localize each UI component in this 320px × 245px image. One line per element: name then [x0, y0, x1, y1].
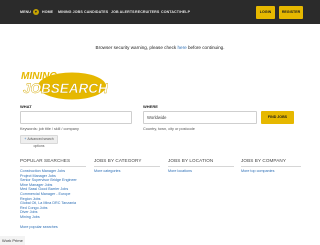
- popular-searches-list: Construction Manager Jobs Project Manage…: [20, 169, 88, 220]
- popular-divider: [20, 166, 86, 167]
- popular-searches-heading: POPULAR SEARCHES: [20, 158, 71, 163]
- where-label: WHERE: [143, 104, 158, 109]
- logo-word-jobsearch: JOBSEARCH: [23, 81, 108, 96]
- chevron-down-icon: ▾: [32, 9, 39, 15]
- list-item[interactable]: Mining Jobs: [20, 215, 88, 220]
- location-divider: [168, 166, 234, 167]
- what-label: WHAT: [20, 104, 32, 109]
- nav-mining-jobs[interactable]: MINING JOBS: [58, 9, 83, 15]
- more-categories-link[interactable]: More categories: [94, 169, 120, 174]
- more-locations-link[interactable]: More locations: [168, 169, 192, 174]
- keywords-hint: Keywords: job title / skill / company: [20, 127, 79, 131]
- category-divider: [94, 166, 160, 167]
- more-companies-link[interactable]: More top companies: [241, 169, 274, 174]
- nav-job-alerts[interactable]: JOB ALERTS: [111, 9, 135, 15]
- top-navigation-bar: MENU ▾ HOME MINING JOBS CANDIDATES JOB A…: [0, 0, 320, 24]
- nav-home[interactable]: HOME: [42, 9, 53, 15]
- jobs-by-category-heading: JOBS BY CATEGORY: [94, 158, 142, 163]
- menu-label: MENU: [20, 10, 31, 14]
- location-input[interactable]: Worldwide: [143, 111, 257, 124]
- more-popular-searches-link[interactable]: More popular searches: [20, 225, 58, 229]
- keywords-input[interactable]: [20, 111, 132, 124]
- nav-contact-help[interactable]: CONTACT/HELP: [161, 9, 190, 15]
- advanced-search-label: Advanced search options: [27, 137, 54, 148]
- mining-jobsearch-logo[interactable]: MINING JOBSEARCH: [20, 66, 108, 102]
- notice-link[interactable]: here: [177, 45, 186, 50]
- find-jobs-button[interactable]: FIND JOBS: [261, 111, 294, 124]
- browser-status-bar: Work Prime: [0, 236, 25, 245]
- company-divider: [241, 166, 301, 167]
- menu-toggle[interactable]: MENU ▾: [20, 9, 39, 15]
- login-button[interactable]: LOGIN: [256, 6, 275, 19]
- security-notice: Browser security warning, please check h…: [0, 45, 320, 50]
- nav-candidates[interactable]: CANDIDATES: [84, 9, 108, 15]
- location-hint: Country, town, city or postcode: [143, 127, 195, 131]
- register-button[interactable]: REGISTER: [279, 6, 303, 19]
- notice-text-before: Browser security warning, please check: [95, 45, 178, 50]
- advanced-search-button[interactable]: +Advanced search options: [20, 135, 58, 148]
- nav-recruiters[interactable]: RECRUITERS: [135, 9, 159, 15]
- jobs-by-company-heading: JOBS BY COMPANY: [241, 158, 286, 163]
- notice-text-after: before continuing.: [186, 45, 225, 50]
- jobs-by-location-heading: JOBS BY LOCATION: [168, 158, 214, 163]
